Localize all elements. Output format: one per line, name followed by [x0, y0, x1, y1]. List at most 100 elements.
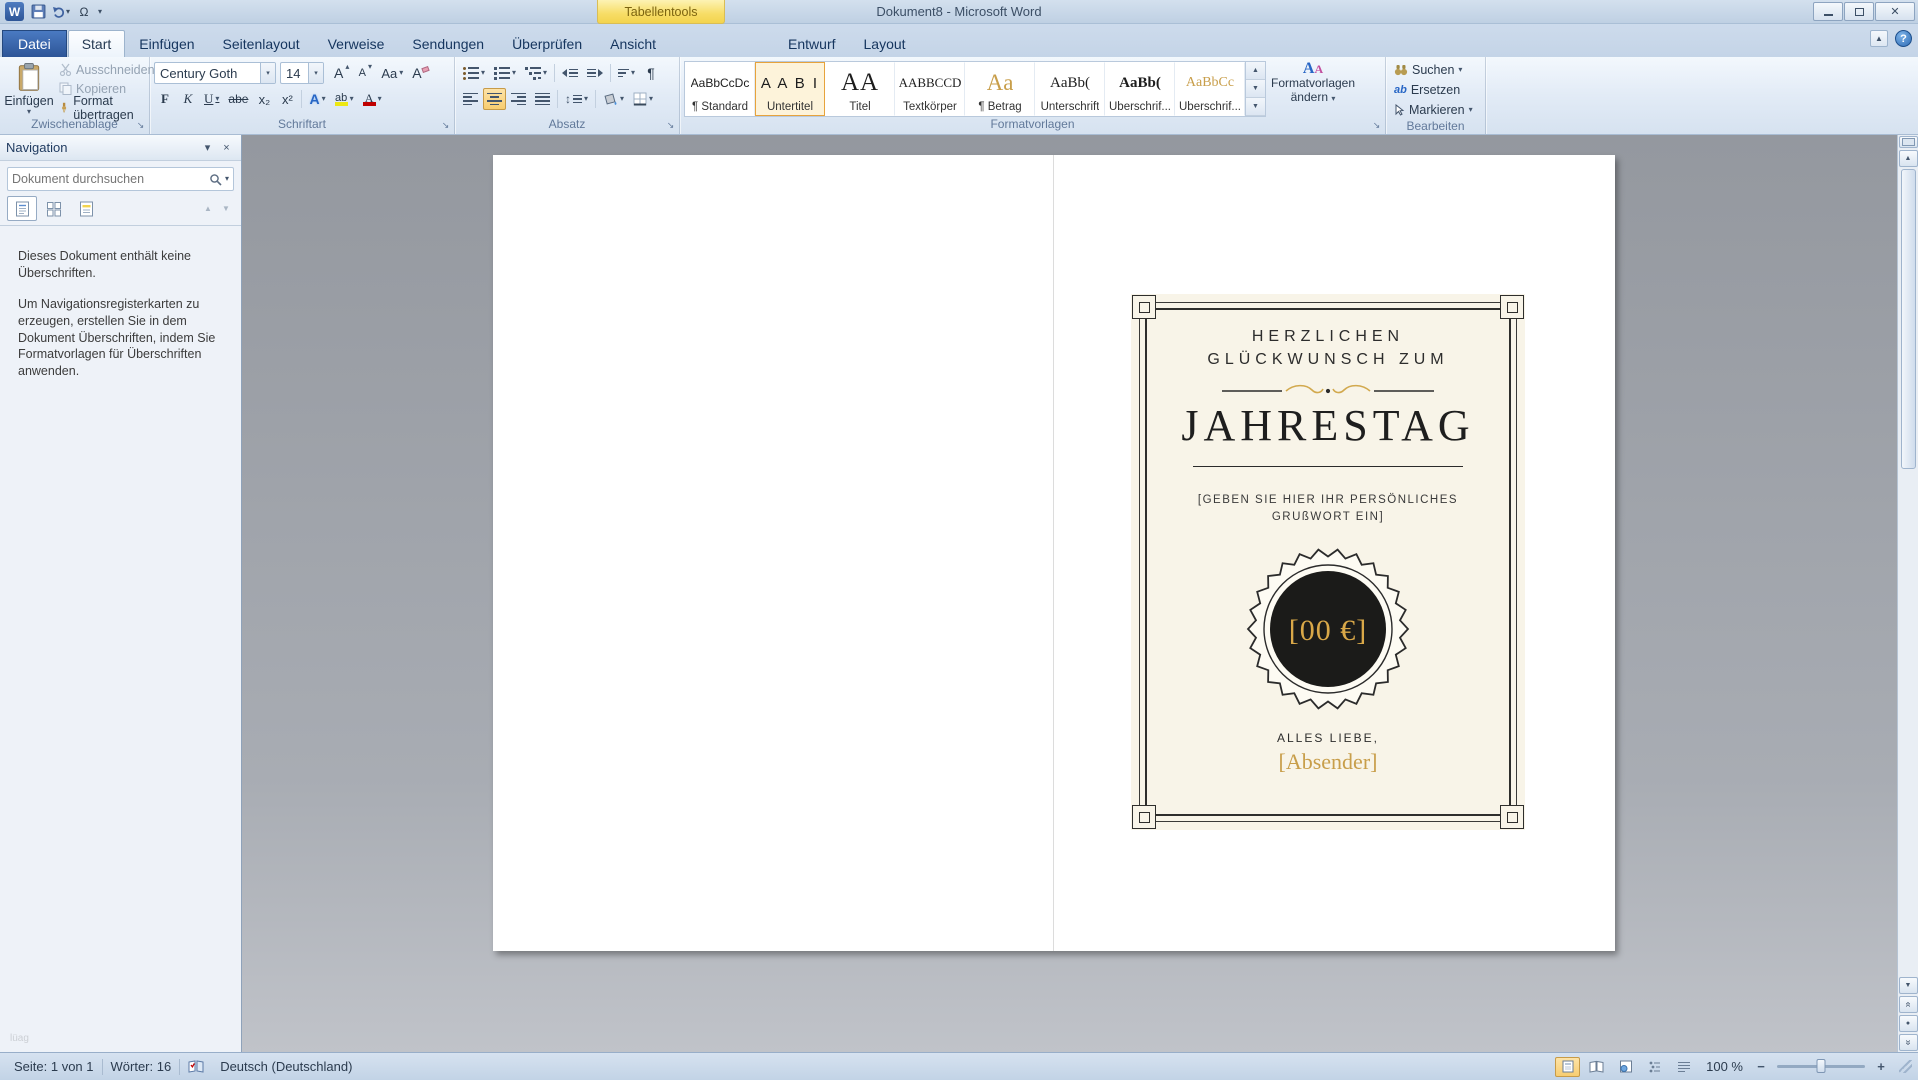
maximize-button[interactable]: [1844, 2, 1874, 21]
numbering-button[interactable]: ▾: [490, 62, 520, 84]
tab-verweise[interactable]: Verweise: [314, 30, 399, 57]
align-center-button[interactable]: [483, 88, 506, 110]
view-draft-button[interactable]: [1671, 1057, 1696, 1077]
style-cell-titel[interactable]: AA Titel: [825, 62, 895, 116]
card-heading-line1[interactable]: HERZLICHEN: [1131, 328, 1525, 346]
tab-einfugen[interactable]: Einfügen: [125, 30, 208, 57]
browse-results-tab[interactable]: [71, 196, 101, 221]
style-cell-uberschrift1[interactable]: AaBb( Überschrif...: [1105, 62, 1175, 116]
select-browse-object-button[interactable]: ●: [1898, 1015, 1918, 1032]
seal-amount[interactable]: [00 €]: [1289, 614, 1367, 647]
gallery-up-button[interactable]: ▲: [1246, 62, 1265, 80]
word-logo-icon[interactable]: W: [5, 2, 24, 21]
align-left-button[interactable]: [459, 88, 482, 110]
tab-start[interactable]: Start: [67, 30, 126, 57]
style-cell-standard[interactable]: AaBbCcDc ¶ Standard: [685, 62, 755, 116]
clipboard-dialog-launcher[interactable]: ↘: [134, 119, 147, 132]
superscript-button[interactable]: x²: [276, 88, 298, 110]
previous-result-button[interactable]: ▲: [200, 201, 216, 217]
status-language[interactable]: Deutsch (Deutschland): [212, 1053, 360, 1080]
tab-datei[interactable]: Datei: [2, 30, 67, 57]
find-button[interactable]: Suchen ▾: [1390, 60, 1481, 79]
zoom-in-button[interactable]: +: [1873, 1059, 1889, 1075]
change-styles-button[interactable]: AA Formatvorlagen ändern ▾: [1270, 60, 1356, 106]
zoom-slider-thumb[interactable]: [1816, 1059, 1826, 1073]
view-outline-button[interactable]: [1642, 1057, 1667, 1077]
undo-button[interactable]: ▾: [52, 3, 70, 21]
greeting-card[interactable]: HERZLICHEN GLÜCKWUNSCH ZUM JAHRESTAG [GE…: [1131, 294, 1525, 830]
clear-formatting-button[interactable]: A: [408, 62, 432, 84]
status-page-count[interactable]: Seite: 1 von 1: [6, 1053, 102, 1080]
show-paragraph-marks-button[interactable]: ¶: [640, 62, 662, 84]
view-print-layout-button[interactable]: [1555, 1056, 1581, 1077]
grow-font-button[interactable]: A ▴: [330, 62, 353, 84]
align-right-button[interactable]: [507, 88, 530, 110]
borders-button[interactable]: ▾: [629, 88, 657, 110]
card-greeting-line1[interactable]: [GEBEN SIE HIER IHR PERSÖNLICHES: [1131, 494, 1525, 506]
document-area[interactable]: HERZLICHEN GLÜCKWUNSCH ZUM JAHRESTAG [GE…: [242, 135, 1897, 1052]
next-result-button[interactable]: ▼: [218, 201, 234, 217]
vertical-scrollbar[interactable]: ▲ ▼ « ● «: [1897, 135, 1918, 1052]
gallery-more-button[interactable]: ▼: [1246, 98, 1265, 116]
amount-seal[interactable]: [00 €]: [1243, 544, 1413, 714]
scroll-down-button[interactable]: ▼: [1898, 977, 1918, 994]
sort-button[interactable]: ▾: [614, 62, 639, 84]
font-size-combo[interactable]: 14 ▾: [280, 62, 324, 84]
strikethrough-button[interactable]: abe: [224, 88, 252, 110]
minimize-ribbon-button[interactable]: ▲: [1870, 30, 1888, 47]
tab-seitenlayout[interactable]: Seitenlayout: [209, 30, 314, 57]
style-cell-uberschrift2[interactable]: AaBbCc Überschrif...: [1175, 62, 1245, 116]
shading-button[interactable]: ▾: [599, 88, 628, 110]
justify-button[interactable]: [531, 88, 554, 110]
paste-button[interactable]: Einfügen ▾: [4, 60, 54, 117]
browse-pages-tab[interactable]: [39, 196, 69, 221]
next-page-button[interactable]: «: [1898, 1034, 1918, 1051]
card-title[interactable]: JAHRESTAG: [1131, 400, 1525, 451]
view-fullscreen-reading-button[interactable]: [1584, 1057, 1609, 1077]
close-button[interactable]: ✕: [1875, 2, 1915, 21]
customize-qat-button[interactable]: ▾: [98, 7, 102, 16]
search-options-caret-icon[interactable]: ▾: [225, 175, 229, 183]
format-painter-button[interactable]: Format übertragen: [56, 94, 158, 122]
shrink-font-button[interactable]: A ▾: [354, 62, 376, 84]
status-proofing[interactable]: [180, 1053, 212, 1080]
subscript-button[interactable]: x₂: [253, 88, 275, 110]
navigation-close-button[interactable]: ×: [218, 139, 235, 156]
zoom-slider[interactable]: [1777, 1059, 1865, 1073]
browse-headings-tab[interactable]: [7, 196, 37, 221]
style-cell-betrag[interactable]: Aa ¶ Betrag: [965, 62, 1035, 116]
card-sender[interactable]: [Absender]: [1131, 749, 1525, 775]
font-family-combo[interactable]: Century Goth ▾: [154, 62, 276, 84]
search-icon[interactable]: [209, 173, 222, 186]
bold-button[interactable]: F: [154, 88, 176, 110]
card-greeting-line2[interactable]: GRUßWORT EIN]: [1131, 511, 1525, 523]
insert-symbol-button[interactable]: Ω: [75, 3, 93, 21]
styles-dialog-launcher[interactable]: ↘: [1370, 119, 1383, 132]
tab-uberprufen[interactable]: Überprüfen: [498, 30, 596, 57]
change-case-button[interactable]: Aa ▾: [377, 62, 407, 84]
zoom-level[interactable]: 100 %: [1700, 1059, 1749, 1074]
minimize-button[interactable]: [1813, 2, 1843, 21]
scrollbar-thumb[interactable]: [1900, 169, 1916, 469]
select-button[interactable]: Markieren ▾: [1390, 100, 1481, 119]
style-cell-unterschrift[interactable]: AaBb( Unterschrift: [1035, 62, 1105, 116]
bullets-button[interactable]: ▾: [459, 62, 489, 84]
font-color-button[interactable]: A ▾: [359, 88, 386, 110]
scroll-up-button[interactable]: ▲: [1898, 150, 1918, 167]
tab-layout[interactable]: Layout: [850, 30, 920, 57]
card-closing[interactable]: ALLES LIEBE,: [1131, 731, 1525, 745]
highlight-color-button[interactable]: ab ▾: [331, 88, 358, 110]
gallery-down-button[interactable]: ▼: [1246, 80, 1265, 98]
tab-entwurf[interactable]: Entwurf: [774, 30, 849, 57]
paragraph-dialog-launcher[interactable]: ↘: [664, 119, 677, 132]
ruler-toggle-button[interactable]: [1898, 136, 1918, 148]
style-cell-textkorper[interactable]: AABBCCD Textkörper: [895, 62, 965, 116]
style-cell-untertitel[interactable]: A A B I Untertitel: [755, 62, 825, 116]
save-button[interactable]: [29, 3, 47, 21]
decrease-indent-button[interactable]: [558, 62, 582, 84]
italic-button[interactable]: K: [177, 88, 199, 110]
multilevel-list-button[interactable]: ▾: [521, 62, 551, 84]
previous-page-button[interactable]: «: [1898, 996, 1918, 1013]
zoom-out-button[interactable]: −: [1753, 1059, 1769, 1075]
line-spacing-button[interactable]: ↕ ▾: [561, 88, 592, 110]
